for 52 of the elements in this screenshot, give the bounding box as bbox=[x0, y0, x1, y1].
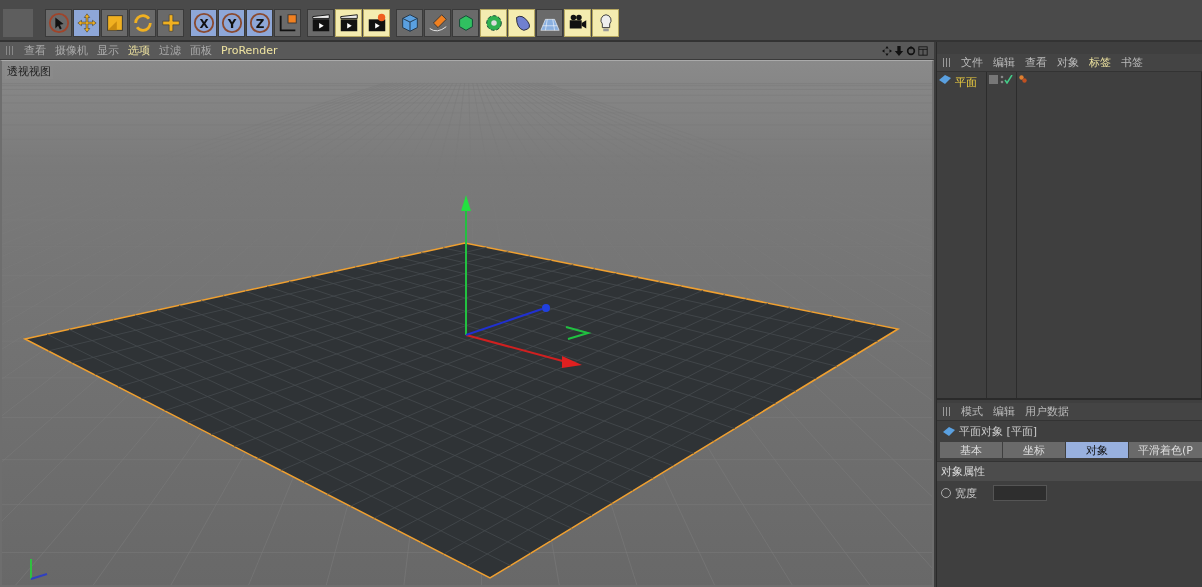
move-icon bbox=[75, 12, 98, 34]
plane-icon bbox=[943, 427, 955, 436]
tab[interactable]: 基本 bbox=[940, 442, 1002, 458]
tag-icon[interactable] bbox=[1019, 75, 1027, 83]
object-name[interactable]: 平面 bbox=[954, 75, 978, 90]
menu-item[interactable]: 选项 bbox=[128, 43, 150, 58]
menu-item[interactable]: 查看 bbox=[24, 43, 46, 58]
tool-button[interactable] bbox=[274, 9, 301, 37]
menu-item[interactable]: 显示 bbox=[97, 43, 119, 58]
menu-item[interactable]: 文件 bbox=[961, 55, 983, 70]
menu-item[interactable]: 摄像机 bbox=[55, 43, 88, 58]
tool-button[interactable] bbox=[335, 9, 362, 37]
menu-item[interactable]: 查看 bbox=[1025, 55, 1047, 70]
visibility-checks-icon[interactable] bbox=[989, 75, 1013, 84]
tool-button[interactable] bbox=[129, 9, 156, 37]
menu-item[interactable]: 过滤 bbox=[159, 43, 181, 58]
tool-button[interactable] bbox=[307, 9, 334, 37]
tab[interactable]: 对象 bbox=[1066, 442, 1128, 458]
field-label: 宽度 bbox=[955, 485, 978, 501]
view-title: 透视视图 bbox=[5, 64, 53, 79]
menu-item[interactable]: 标签 bbox=[1089, 55, 1111, 70]
input-field[interactable] bbox=[993, 485, 1047, 501]
tool-button[interactable] bbox=[536, 9, 563, 37]
move-view-icon[interactable] bbox=[882, 45, 892, 56]
tool-button[interactable] bbox=[508, 9, 535, 37]
tool-button[interactable] bbox=[363, 9, 390, 37]
menu-item[interactable]: 对象 bbox=[1057, 55, 1079, 70]
menu-item[interactable]: 编辑 bbox=[993, 55, 1015, 70]
plane-icon bbox=[939, 75, 951, 84]
y-axis-arrow[interactable] bbox=[461, 195, 471, 336]
arrow-down-icon[interactable] bbox=[894, 45, 904, 56]
tool-button[interactable] bbox=[157, 9, 184, 37]
clapperboard-icon bbox=[337, 12, 360, 34]
menu-item[interactable]: 编辑 bbox=[993, 404, 1015, 419]
clapperboard-icon bbox=[309, 12, 332, 34]
menu-item[interactable]: ProRender bbox=[221, 44, 278, 57]
menu-item[interactable]: 书签 bbox=[1121, 55, 1143, 70]
rotate-view-icon[interactable] bbox=[906, 45, 916, 56]
z-axis-arrow[interactable] bbox=[465, 304, 550, 336]
rotation-handle-icon[interactable] bbox=[565, 326, 592, 340]
object-title: 平面对象 [平面] bbox=[959, 424, 1038, 439]
tool-button[interactable] bbox=[101, 9, 128, 37]
bottom-axis-drawing bbox=[30, 558, 48, 580]
rotate-icon bbox=[131, 12, 154, 34]
menu-item[interactable]: 用户数据 bbox=[1025, 404, 1069, 419]
section-header: 对象属性 bbox=[937, 461, 1202, 481]
menu-item[interactable]: 面板 bbox=[190, 43, 212, 58]
tab[interactable]: 坐标 bbox=[1003, 442, 1065, 458]
menu-item[interactable]: 模式 bbox=[961, 404, 983, 419]
tool-button[interactable] bbox=[564, 9, 591, 37]
plus-icon bbox=[159, 12, 182, 34]
tab[interactable]: 平滑着色(P bbox=[1129, 442, 1202, 458]
